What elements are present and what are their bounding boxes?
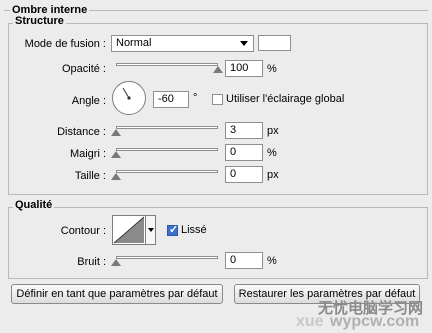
global-light-checkbox[interactable] [212,94,223,105]
opacity-slider-thumb[interactable] [213,66,223,73]
quality-group [8,207,428,279]
size-value: 0 [230,168,237,180]
contour-label: Contour : [60,225,106,237]
distance-input[interactable]: 3 [225,122,263,139]
watermark-text-url: wypcw.com [330,313,420,330]
contour-curve-icon [113,216,145,244]
blend-mode-select[interactable]: Normal [111,35,254,52]
choke-value: 0 [230,146,237,158]
noise-input[interactable]: 0 [225,252,263,269]
choke-label: Maigri : [69,148,106,160]
opacity-unit: % [267,63,277,75]
distance-slider-thumb[interactable] [111,129,121,136]
chevron-down-icon [148,228,154,232]
contour-dropdown-button[interactable] [146,215,156,245]
antialias-label: Lissé [181,224,207,236]
choke-slider-thumb[interactable] [111,151,121,158]
angle-label: Angle : [71,95,106,107]
quality-legend: Qualité [13,199,55,211]
structure-legend: Structure [13,15,66,27]
size-label: Taille : [74,170,106,182]
opacity-input[interactable]: 100 [225,60,263,77]
distance-value: 3 [230,124,237,136]
size-unit: px [267,169,279,181]
opacity-value: 100 [230,62,249,74]
choke-input[interactable]: 0 [225,144,263,161]
opacity-label: Opacité : [61,63,106,75]
distance-slider-track[interactable] [116,126,218,129]
angle-input[interactable]: -60 [153,91,189,108]
checkmark-icon: ✓ [169,224,179,236]
noise-slider-track[interactable] [116,256,218,259]
shadow-color-swatch[interactable] [258,35,291,51]
angle-dial-needle-icon [122,87,131,100]
angle-unit: ° [193,92,198,104]
choke-slider-track[interactable] [116,148,218,151]
distance-unit: px [267,125,279,137]
blend-mode-label: Mode de fusion : [24,38,106,50]
set-default-button[interactable]: Définir en tant que paramètres par défau… [11,284,223,304]
blend-mode-value: Normal [116,37,152,49]
watermark-text-faint: xue [296,313,324,330]
distance-label: Distance : [57,126,106,138]
antialias-checkbox[interactable]: ✓ [167,224,179,236]
size-slider-track[interactable] [116,170,218,173]
noise-label: Bruit : [77,256,106,268]
angle-dial[interactable] [112,81,146,115]
opacity-slider-track[interactable] [116,63,218,66]
contour-preview[interactable] [112,215,146,245]
noise-slider-thumb[interactable] [111,259,121,266]
size-slider-thumb[interactable] [111,173,121,180]
chevron-down-icon [240,41,248,46]
size-input[interactable]: 0 [225,166,263,183]
noise-value: 0 [230,254,237,266]
noise-unit: % [267,255,277,267]
global-light-label: Utiliser l'éclairage global [226,93,345,105]
choke-unit: % [267,147,277,159]
angle-value: -60 [158,93,174,105]
